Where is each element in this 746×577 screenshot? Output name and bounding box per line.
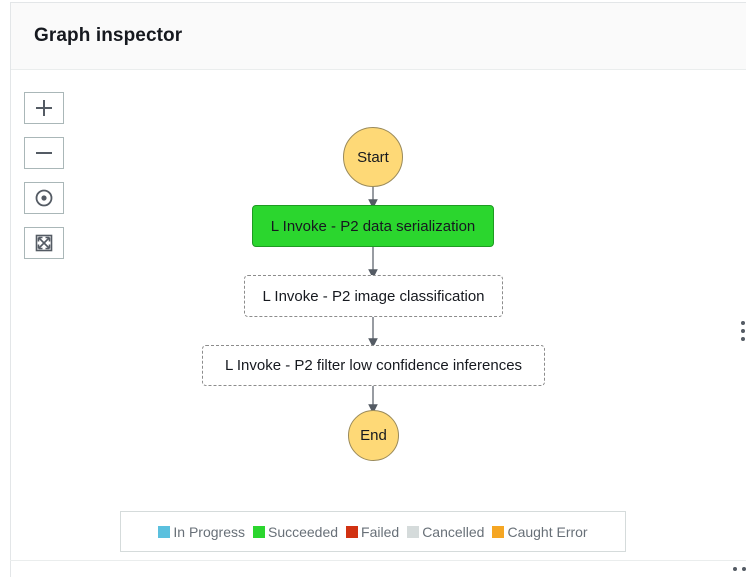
minus-icon xyxy=(36,152,52,154)
legend-swatch-caught-error xyxy=(492,525,505,538)
legend-item-caught-error: Caught Error xyxy=(492,523,588,540)
panel-divider xyxy=(10,560,746,561)
center-button[interactable] xyxy=(24,182,64,214)
legend-label: Failed xyxy=(361,523,400,540)
panel-title: Graph inspector xyxy=(34,25,183,46)
legend-label: Cancelled xyxy=(422,523,485,540)
legend-label: Succeeded xyxy=(267,523,339,540)
plus-icon xyxy=(36,100,52,116)
status-legend: In Progress Succeeded Failed Cancelled C… xyxy=(120,511,626,552)
fit-icon xyxy=(35,234,53,252)
legend-item-failed: Failed xyxy=(346,524,399,540)
center-icon xyxy=(35,189,53,207)
state-node-data-serialization[interactable]: L Invoke - P2 data serialization xyxy=(252,205,494,247)
legend-swatch-cancelled xyxy=(407,525,420,538)
panel-header: Graph inspector xyxy=(11,3,746,70)
legend-label: In Progress xyxy=(173,523,245,540)
end-node[interactable]: End xyxy=(348,410,399,461)
legend-swatch-failed xyxy=(346,525,359,538)
vertical-resize-handle-icon[interactable] xyxy=(740,321,746,341)
legend-swatch-succeeded xyxy=(252,525,265,538)
legend-item-succeeded: Succeeded xyxy=(252,523,339,540)
start-node[interactable]: Start xyxy=(343,127,403,187)
legend-item-in-progress: In Progress xyxy=(158,524,245,540)
zoom-out-button[interactable] xyxy=(24,137,64,169)
legend-item-cancelled: Cancelled xyxy=(407,524,484,540)
fit-to-view-button[interactable] xyxy=(24,227,64,259)
legend-swatch-in-progress xyxy=(158,525,171,538)
zoom-in-button[interactable] xyxy=(24,92,64,124)
state-node-image-classification[interactable]: L Invoke - P2 image classification xyxy=(244,275,503,317)
horizontal-resize-handle-icon[interactable] xyxy=(733,566,746,572)
state-node-filter-low-confidence[interactable]: L Invoke - P2 filter low confidence infe… xyxy=(202,345,545,386)
legend-label: Caught Error xyxy=(507,523,588,540)
